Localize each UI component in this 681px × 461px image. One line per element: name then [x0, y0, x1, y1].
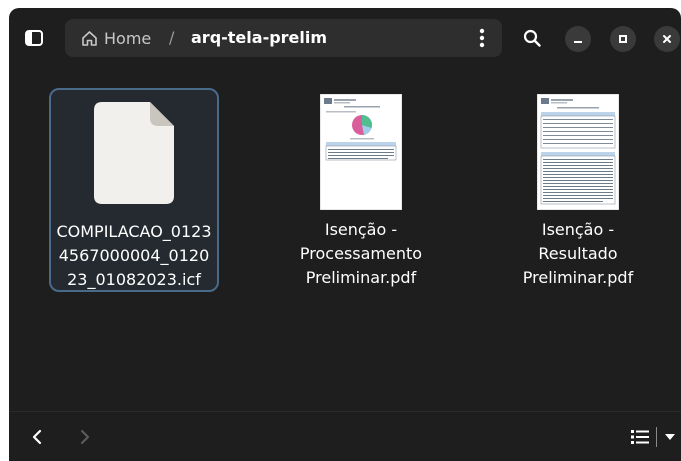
- breadcrumb-separator: /: [169, 28, 175, 47]
- pdf-thumbnail: [320, 94, 402, 210]
- bottom-toolbar: [9, 411, 681, 461]
- maximize-icon: [619, 35, 627, 43]
- minimize-button[interactable]: [565, 26, 591, 52]
- list-view-button[interactable]: [629, 426, 651, 448]
- maximize-button[interactable]: [610, 26, 636, 52]
- search-button[interactable]: [519, 25, 545, 51]
- breadcrumb-home-label: Home: [104, 28, 152, 48]
- file-name-label: Isenção - Resultado Preliminar.pdf: [522, 220, 634, 287]
- sidebar-toggle-button[interactable]: [23, 27, 45, 49]
- path-menu-button[interactable]: [468, 24, 496, 52]
- file-name-label: Isenção - Processamento Preliminar.pdf: [299, 220, 423, 287]
- generic-file-icon: [94, 102, 174, 204]
- view-options-dropdown[interactable]: [661, 426, 679, 448]
- file-name-label: COMPILACAO_0123 4567000004_0120 23_01082…: [56, 222, 212, 289]
- caret-down-icon: [665, 434, 675, 440]
- chevron-right-icon: [80, 429, 90, 445]
- close-button[interactable]: [654, 26, 680, 52]
- breadcrumb-home[interactable]: Home: [81, 19, 151, 57]
- sidebar-icon: [25, 30, 43, 46]
- file-manager-window: Home / arq-tela-prelim COMPILACAO_0123 4…: [9, 8, 681, 461]
- home-icon: [82, 30, 97, 46]
- forward-button[interactable]: [73, 425, 97, 449]
- file-grid: COMPILACAO_0123 4567000004_0120 23_01082…: [9, 68, 681, 411]
- pdf-thumbnail: [537, 94, 619, 210]
- breadcrumb-current-folder[interactable]: arq-tela-prelim: [191, 19, 327, 57]
- search-icon: [523, 29, 541, 47]
- list-view-icon: [631, 430, 649, 444]
- view-separator: [656, 427, 657, 447]
- file-item[interactable]: Isenção - Resultado Preliminar.pdf: [493, 88, 663, 292]
- close-icon: [663, 35, 671, 43]
- file-item[interactable]: Isenção - Processamento Preliminar.pdf: [276, 88, 446, 292]
- minimize-icon: [574, 41, 582, 43]
- chevron-left-icon: [32, 429, 42, 445]
- back-button[interactable]: [25, 425, 49, 449]
- path-bar: Home / arq-tela-prelim: [65, 19, 502, 57]
- header-bar: Home / arq-tela-prelim: [9, 8, 681, 68]
- file-item[interactable]: COMPILACAO_0123 4567000004_0120 23_01082…: [49, 88, 219, 292]
- vertical-dots-icon: [479, 28, 485, 48]
